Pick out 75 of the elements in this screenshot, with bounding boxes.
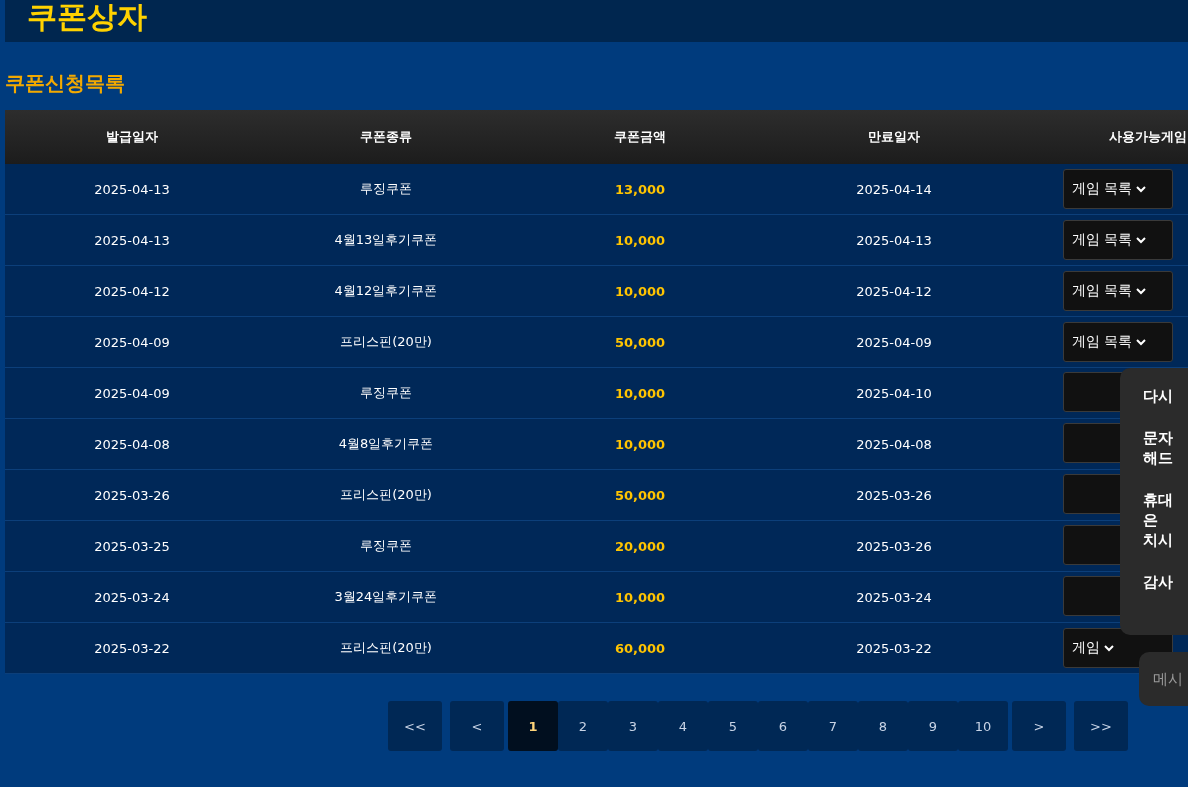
table-cell: 프리스핀(20만) (259, 469, 513, 521)
game-list-dropdown[interactable]: 게임 목록 (1063, 169, 1173, 209)
page-button[interactable]: 4 (658, 701, 708, 751)
page-button[interactable]: 10 (958, 701, 1008, 751)
page-button[interactable]: 1 (508, 701, 558, 751)
column-header: 만료일자 (767, 110, 1021, 164)
chevron-icon (1136, 337, 1147, 347)
table-cell: 2025-04-09 (5, 367, 259, 419)
table-cell: 60,000 (513, 622, 767, 674)
table-cell: 10,000 (513, 367, 767, 419)
chat-message: 휴대 은 치시 (1143, 490, 1174, 550)
table-cell: 10,000 (513, 571, 767, 623)
table-cell: 10,000 (513, 418, 767, 470)
table-cell: 3월24일후기쿠폰 (259, 571, 513, 623)
chat-message: 감사 (1143, 572, 1174, 592)
message-input[interactable]: 메시 (1139, 652, 1188, 706)
table-cell: 50,000 (513, 469, 767, 521)
table-cell: 프리스핀(20만) (259, 622, 513, 674)
table-cell: 10,000 (513, 214, 767, 266)
table-cell: 2025-03-25 (5, 520, 259, 572)
table-cell: 50,000 (513, 316, 767, 368)
page-button[interactable]: 8 (858, 701, 908, 751)
page-button[interactable]: 7 (808, 701, 858, 751)
table-cell: 2025-04-13 (5, 214, 259, 266)
pagination-nav-button[interactable]: >> (1074, 701, 1128, 751)
table-cell: 루징쿠폰 (259, 164, 513, 215)
table-cell: 2025-03-26 (767, 469, 1021, 521)
table-cell: 4월8일후기쿠폰 (259, 418, 513, 470)
column-header: 발급일자 (5, 110, 259, 164)
table-cell: 2025-03-26 (767, 520, 1021, 572)
table-cell: 2025-04-08 (767, 418, 1021, 470)
table-cell: 2025-04-14 (767, 164, 1021, 215)
table-cell: 2025-03-24 (5, 571, 259, 623)
page-button[interactable]: 9 (908, 701, 958, 751)
game-list-dropdown[interactable]: 게임 목록 (1063, 322, 1173, 362)
table-cell: 4월13일후기쿠폰 (259, 214, 513, 266)
page-button[interactable]: 3 (608, 701, 658, 751)
table-cell: 2025-04-12 (767, 265, 1021, 317)
table-cell: 2025-04-09 (767, 316, 1021, 368)
pagination-nav-button[interactable]: > (1012, 701, 1066, 751)
table-cell: 2025-04-10 (767, 367, 1021, 419)
chevron-icon (1136, 235, 1147, 245)
column-header: 쿠폰종류 (259, 110, 513, 164)
table-cell: 프리스핀(20만) (259, 316, 513, 368)
table-cell: 4월12일후기쿠폰 (259, 265, 513, 317)
table-cell: 2025-03-24 (767, 571, 1021, 623)
table-cell: 루징쿠폰 (259, 520, 513, 572)
table-cell: 2025-04-12 (5, 265, 259, 317)
chat-message: 문자 해드 (1143, 428, 1174, 468)
table-cell: 2025-03-22 (767, 622, 1021, 674)
chevron-icon (1104, 643, 1114, 653)
chat-message: 다시 (1143, 386, 1174, 406)
game-list-dropdown[interactable]: 게임 목록 (1063, 220, 1173, 260)
column-header: 사용가능게임 (1021, 110, 1188, 164)
table-cell: 2025-04-08 (5, 418, 259, 470)
pagination-nav-button[interactable]: < (450, 701, 504, 751)
chevron-icon (1136, 286, 1147, 296)
table-cell: 2025-04-09 (5, 316, 259, 368)
page-button[interactable]: 5 (708, 701, 758, 751)
page-title: 쿠폰상자 (27, 0, 147, 36)
page-button[interactable]: 6 (758, 701, 808, 751)
table-cell: 루징쿠폰 (259, 367, 513, 419)
game-list-dropdown[interactable]: 게임 목록 (1063, 271, 1173, 311)
table-cell: 2025-04-13 (767, 214, 1021, 266)
page-button[interactable]: 2 (558, 701, 608, 751)
table-cell: 2025-03-22 (5, 622, 259, 674)
section-title: 쿠폰신청목록 (5, 70, 126, 97)
column-header: 쿠폰금액 (513, 110, 767, 164)
table-cell: 2025-03-26 (5, 469, 259, 521)
chevron-icon (1136, 184, 1147, 194)
table-cell: 2025-04-13 (5, 164, 259, 215)
table-cell: 20,000 (513, 520, 767, 572)
table-cell: 10,000 (513, 265, 767, 317)
table-cell: 13,000 (513, 164, 767, 215)
pagination-nav-button[interactable]: << (388, 701, 442, 751)
